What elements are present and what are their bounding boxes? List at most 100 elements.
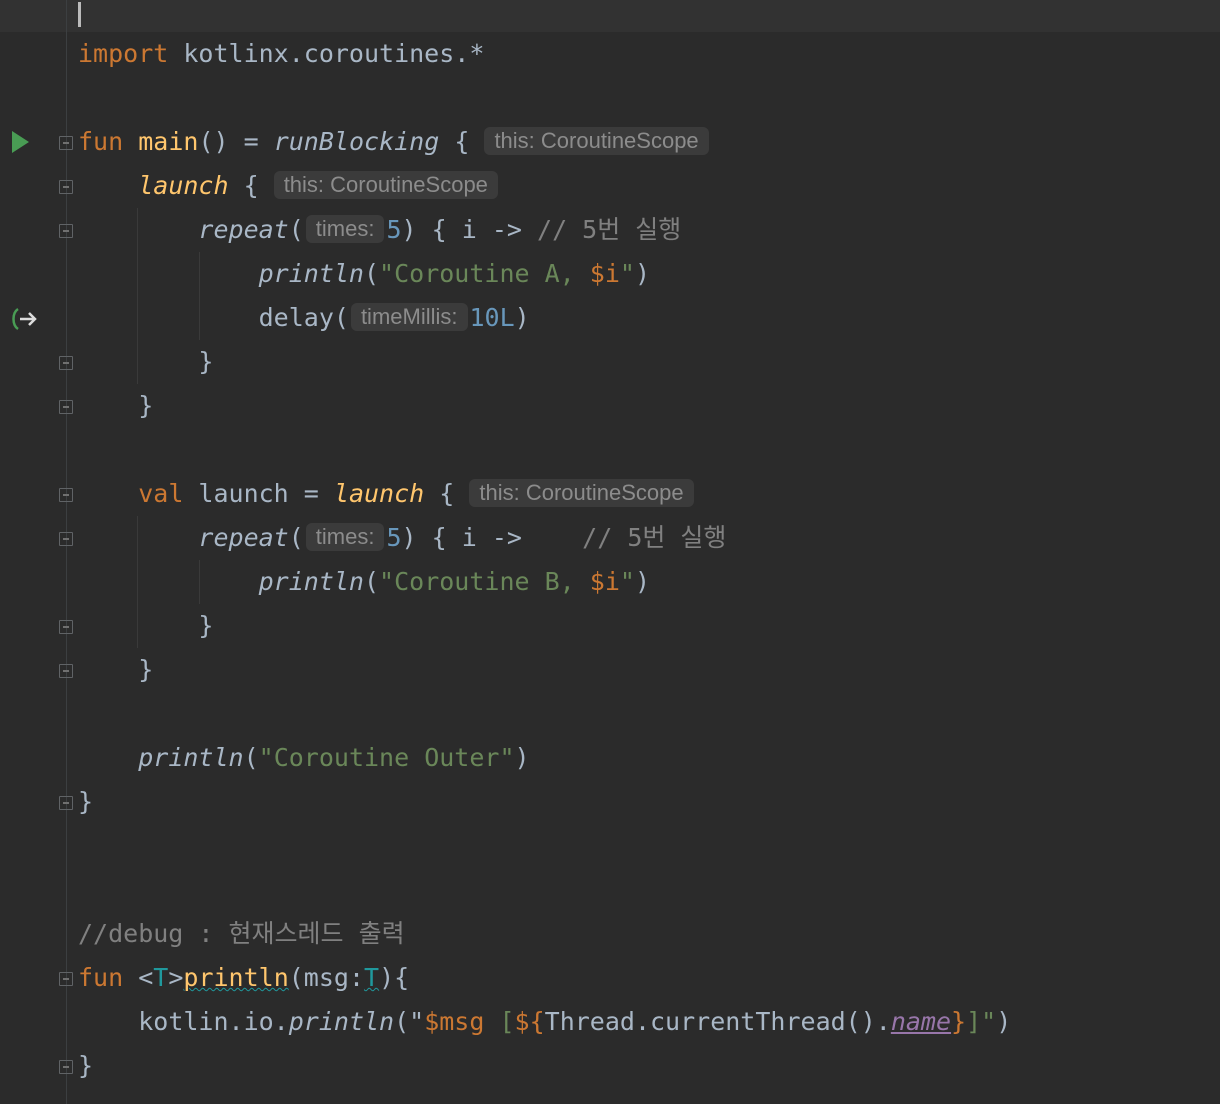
fold-icon[interactable] — [59, 796, 73, 810]
number-literal: 10L — [469, 303, 515, 332]
function-name: println — [183, 963, 289, 992]
code-text: Thread.currentThread(). — [544, 1007, 891, 1036]
code-text: ( — [243, 743, 259, 772]
suspend-call-icon — [12, 307, 37, 331]
code-text: ( — [363, 259, 380, 288]
code-text: } — [138, 655, 154, 684]
code-text: (msg: — [288, 963, 365, 992]
code-text: ){ — [379, 963, 410, 992]
code-line-debug-comment: //debug : 현재스레드 출력 — [78, 912, 405, 956]
fold-icon[interactable] — [59, 224, 73, 238]
string-template: $msg — [424, 1007, 485, 1036]
inlay-hint: this: CoroutineScope — [469, 479, 694, 507]
code-text: ( — [363, 567, 380, 596]
run-icon[interactable] — [12, 131, 29, 153]
function-call: runBlocking — [273, 127, 440, 156]
function-call: println — [288, 1007, 395, 1036]
keyword: val — [138, 479, 184, 508]
code-text: ) — [634, 259, 650, 288]
function-name: main — [138, 127, 199, 156]
text-cursor — [78, 2, 81, 27]
code-line-val-launch: val launch = launch { this: CoroutineSco… — [78, 472, 694, 516]
fold-icon[interactable] — [59, 136, 73, 150]
number-literal: 5 — [386, 215, 402, 244]
fold-icon[interactable] — [59, 356, 73, 370]
fold-icon[interactable] — [59, 532, 73, 546]
code-text: ) { i -> — [401, 215, 522, 244]
code-line-body: kotlin.io.println("$msg [${Thread.curren… — [78, 1000, 1011, 1044]
code-line-import: import kotlinx.coroutines.* — [78, 32, 484, 76]
code-line-repeat: repeat(times: 5) { i -> // 5번 실행 — [78, 516, 726, 560]
keyword: fun — [78, 127, 124, 156]
number-literal: 5 — [386, 523, 402, 552]
code-line-brace: } — [78, 604, 213, 648]
fold-icon[interactable] — [59, 400, 73, 414]
code-text: < — [123, 963, 154, 992]
code-line-fun-println: fun <T>println(msg:T){ — [78, 956, 409, 1000]
code-text: } — [78, 787, 94, 816]
string-literal: " — [619, 259, 635, 288]
fold-icon[interactable] — [59, 620, 73, 634]
code-text: launch = — [183, 479, 334, 508]
function-call: println — [138, 743, 244, 772]
code-text: } — [138, 391, 154, 420]
function-call: delay( — [258, 303, 349, 332]
string-template: $i — [589, 259, 620, 288]
editor-top-strip — [0, 0, 1220, 32]
code-text: ) — [634, 567, 650, 596]
keyword: import — [78, 39, 169, 68]
string-literal: ]" — [966, 1007, 997, 1036]
string-literal: [ — [484, 1007, 515, 1036]
fold-icon[interactable] — [59, 972, 73, 986]
code-text: ) — [514, 303, 530, 332]
import-path: kotlinx.coroutines.* — [168, 39, 485, 68]
code-text: ) { i -> — [401, 523, 583, 552]
code-text: } — [78, 1051, 94, 1080]
function-call: println — [258, 567, 364, 596]
keyword: fun — [78, 963, 124, 992]
string-literal: "Coroutine A, — [379, 259, 590, 288]
code-line-println-outer: println("Coroutine Outer") — [78, 736, 529, 780]
code-line-repeat: repeat(times: 5) { i -> // 5번 실행 — [78, 208, 681, 252]
code-line-println-b: println("Coroutine B, $i") — [78, 560, 650, 604]
code-text: { — [424, 479, 470, 508]
string-template: $i — [589, 567, 620, 596]
string-template: ${ — [514, 1007, 545, 1036]
string-literal: "Coroutine B, — [379, 567, 590, 596]
function-call: println — [258, 259, 364, 288]
code-line-brace: } — [78, 648, 153, 692]
fold-icon[interactable] — [59, 664, 73, 678]
code-comment: // 5번 실행 — [537, 215, 682, 244]
code-text: { — [228, 171, 274, 200]
code-text: kotlin.io. — [138, 1007, 289, 1036]
code-text: { — [439, 127, 485, 156]
inlay-hint: times: — [305, 523, 385, 551]
fold-icon[interactable] — [59, 180, 73, 194]
fold-icon[interactable] — [59, 1060, 73, 1074]
gutter-separator — [66, 0, 67, 1104]
property-access: name — [890, 1007, 952, 1036]
code-line-brace: } — [78, 384, 153, 428]
inlay-hint: this: CoroutineScope — [484, 127, 709, 155]
string-template: } — [951, 1007, 967, 1036]
type-parameter: T — [153, 963, 169, 992]
code-comment: //debug : 현재스레드 출력 — [78, 919, 405, 948]
code-line-delay: delay(timeMillis: 10L) — [78, 296, 530, 340]
code-line-main: fun main() = runBlocking { this: Corouti… — [78, 120, 709, 164]
fold-icon[interactable] — [59, 488, 73, 502]
code-line-println-a: println("Coroutine A, $i") — [78, 252, 650, 296]
function-call: launch — [333, 479, 425, 508]
function-call: launch — [138, 171, 229, 200]
code-text: > — [168, 963, 184, 992]
code-line-brace: } — [78, 340, 213, 384]
inlay-hint: times: — [305, 215, 385, 243]
code-text: (" — [394, 1007, 425, 1036]
code-text: () = — [198, 127, 274, 156]
code-line-launch: launch { this: CoroutineScope — [78, 164, 498, 208]
code-comment: // 5번 실행 — [582, 523, 727, 552]
inlay-hint: this: CoroutineScope — [273, 171, 498, 199]
code-line-brace: } — [78, 1044, 93, 1088]
function-call: repeat — [198, 523, 289, 552]
code-line-brace: } — [78, 780, 93, 824]
code-text: ( — [288, 523, 304, 552]
